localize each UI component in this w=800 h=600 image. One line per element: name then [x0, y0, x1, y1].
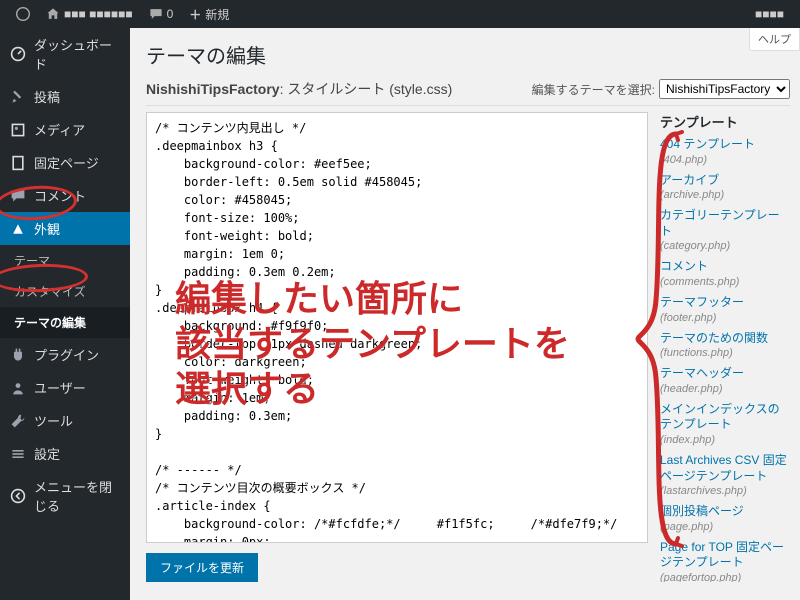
sidebar-item-media[interactable]: メディア: [0, 113, 130, 146]
template-filename: (page.php): [660, 521, 790, 533]
page-title: テーマの編集: [146, 40, 790, 69]
update-file-button[interactable]: ファイルを更新: [146, 553, 258, 582]
template-link[interactable]: アーカイブ: [660, 173, 790, 189]
sidebar-label: テーマの編集: [14, 314, 86, 331]
template-filename: (index.php): [660, 434, 790, 446]
sidebar-item-collapse[interactable]: メニューを閉じる: [0, 470, 130, 522]
template-link[interactable]: テーマのための関数: [660, 331, 790, 347]
template-link[interactable]: カテゴリーテンプレート: [660, 208, 790, 239]
sidebar-subitem-customize[interactable]: カスタマイズ: [0, 276, 130, 307]
template-filename: (pagefortop.php): [660, 572, 790, 582]
current-file-label: NishishiTipsFactory: スタイルシート (style.css): [146, 79, 452, 99]
template-filename: (404.php): [660, 154, 790, 166]
admin-sidebar: ダッシュボード 投稿 メディア 固定ページ コメント 外観 テーマ カスタマイズ…: [0, 28, 130, 600]
help-tab[interactable]: ヘルプ: [749, 28, 800, 51]
sidebar-label: コメント: [34, 186, 86, 205]
theme-select-wrap: 編集するテーマを選択: NishishiTipsFactory: [532, 79, 790, 99]
main-content: テーマの編集 NishishiTipsFactory: スタイルシート (sty…: [130, 28, 800, 600]
template-link[interactable]: Page for TOP 固定ページテンプレート: [660, 540, 790, 571]
sidebar-label: 投稿: [34, 87, 60, 106]
template-list: テンプレート 404 テンプレート(404.php) アーカイブ(archive.…: [660, 112, 790, 582]
sidebar-label: 固定ページ: [34, 153, 99, 172]
sidebar-item-users[interactable]: ユーザー: [0, 371, 130, 404]
template-filename: (header.php): [660, 383, 790, 395]
theme-select[interactable]: NishishiTipsFactory: [659, 79, 790, 99]
comments-link[interactable]: 0: [141, 7, 182, 21]
template-filename: (category.php): [660, 240, 790, 252]
comments-count: 0: [167, 7, 174, 21]
template-filename: (lastarchives.php): [660, 485, 790, 497]
user-name: ■■■■: [755, 7, 784, 21]
template-list-heading: テンプレート: [660, 112, 790, 131]
sidebar-label: 外観: [34, 219, 60, 238]
sidebar-item-comments[interactable]: コメント: [0, 179, 130, 212]
sidebar-label: プラグイン: [34, 345, 99, 364]
sidebar-item-posts[interactable]: 投稿: [0, 80, 130, 113]
site-name-text: ■■■ ■■■■■■: [64, 7, 133, 21]
sidebar-item-appearance[interactable]: 外観: [0, 212, 130, 245]
code-editor[interactable]: [146, 112, 648, 543]
template-link[interactable]: メインインデックスのテンプレート: [660, 402, 790, 433]
admin-toolbar: ■■■ ■■■■■■ 0 ＋新規 ■■■■: [0, 0, 800, 28]
new-label: 新規: [205, 6, 229, 23]
new-content-link[interactable]: ＋新規: [181, 6, 237, 23]
sidebar-subitem-themes[interactable]: テーマ: [0, 245, 130, 276]
template-link[interactable]: 404 テンプレート: [660, 137, 790, 153]
sidebar-subitem-theme-editor[interactable]: テーマの編集: [0, 307, 130, 338]
sidebar-label: 設定: [34, 444, 60, 463]
user-account-link[interactable]: ■■■■: [747, 7, 792, 21]
file-name: スタイルシート (style.css): [287, 81, 452, 97]
template-link[interactable]: テーマフッター: [660, 295, 790, 311]
theme-select-label: 編集するテーマを選択:: [532, 81, 655, 98]
sidebar-label: ダッシュボード: [34, 35, 120, 73]
plus-icon: ＋: [189, 6, 201, 23]
sidebar-label: メニューを閉じる: [34, 477, 120, 515]
template-link[interactable]: Last Archives CSV 固定ページテンプレート: [660, 453, 790, 484]
sidebar-item-settings[interactable]: 設定: [0, 437, 130, 470]
template-link[interactable]: 個別投稿ページ: [660, 504, 790, 520]
template-filename: (archive.php): [660, 189, 790, 201]
sidebar-label: ツール: [34, 411, 73, 430]
sidebar-item-pages[interactable]: 固定ページ: [0, 146, 130, 179]
template-filename: (functions.php): [660, 347, 790, 359]
sidebar-label: ユーザー: [34, 378, 86, 397]
editor-subheader: NishishiTipsFactory: スタイルシート (style.css)…: [146, 79, 790, 106]
sidebar-label: メディア: [34, 120, 85, 139]
editor-column: ファイルを更新: [146, 112, 648, 582]
template-filename: (footer.php): [660, 312, 790, 324]
sidebar-label: テーマ: [14, 252, 50, 269]
theme-name: NishishiTipsFactory: [146, 81, 280, 97]
template-link[interactable]: テーマヘッダー: [660, 366, 790, 382]
template-filename: (comments.php): [660, 276, 790, 288]
wp-logo[interactable]: [8, 7, 38, 21]
site-home-link[interactable]: ■■■ ■■■■■■: [38, 7, 141, 21]
sidebar-item-dashboard[interactable]: ダッシュボード: [0, 28, 130, 80]
template-link[interactable]: コメント: [660, 259, 790, 275]
sidebar-label: カスタマイズ: [14, 283, 86, 300]
sidebar-item-plugins[interactable]: プラグイン: [0, 338, 130, 371]
sidebar-item-tools[interactable]: ツール: [0, 404, 130, 437]
